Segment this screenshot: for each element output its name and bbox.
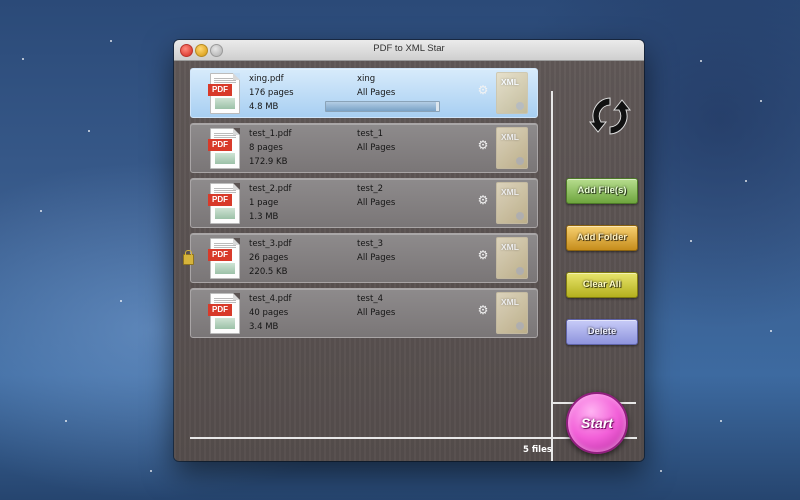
pdf-file-icon: PDF — [208, 128, 240, 169]
output-name[interactable]: xing — [357, 74, 375, 84]
start-button[interactable]: Start — [566, 392, 628, 454]
delete-button[interactable]: Delete — [566, 319, 638, 345]
xml-file-icon: XML — [496, 127, 528, 169]
gear-icon[interactable]: ⚙ — [477, 249, 489, 261]
output-name[interactable]: test_1 — [357, 129, 383, 139]
file-row[interactable]: PDF test_4.pdf 40 pages 3.4 MB test_4 Al… — [190, 288, 538, 338]
file-name: xing.pdf — [249, 74, 284, 84]
add-folder-button[interactable]: Add Folder — [566, 225, 638, 251]
main-content: PDF xing.pdf 176 pages 4.8 MB xing All P… — [174, 61, 644, 461]
output-name[interactable]: test_4 — [357, 294, 383, 304]
file-size: 1.3 MB — [249, 212, 279, 222]
conversion-progress-bar — [325, 101, 440, 112]
pdf-file-icon: PDF — [208, 238, 240, 279]
file-row[interactable]: PDF xing.pdf 176 pages 4.8 MB xing All P… — [190, 68, 538, 118]
page-range[interactable]: All Pages — [357, 88, 395, 98]
page-range[interactable]: All Pages — [357, 198, 395, 208]
file-pages: 8 pages — [249, 143, 283, 153]
output-name[interactable]: test_2 — [357, 184, 383, 194]
file-pages: 1 page — [249, 198, 279, 208]
gear-icon[interactable]: ⚙ — [477, 194, 489, 206]
file-size: 4.8 MB — [249, 102, 279, 112]
file-pages: 176 pages — [249, 88, 294, 98]
pdf-file-icon: PDF — [208, 293, 240, 334]
clear-all-button[interactable]: Clear All — [566, 272, 638, 298]
page-range[interactable]: All Pages — [357, 143, 395, 153]
file-row[interactable]: PDF test_2.pdf 1 page 1.3 MB test_2 All … — [190, 178, 538, 228]
file-row[interactable]: PDF test_3.pdf 26 pages 220.5 KB test_3 … — [183, 233, 538, 283]
pdf-file-icon: PDF — [208, 183, 240, 224]
file-size: 3.4 MB — [249, 322, 279, 332]
page-range[interactable]: All Pages — [357, 253, 395, 263]
refresh-icon[interactable] — [588, 94, 632, 138]
file-name: test_2.pdf — [249, 184, 292, 194]
xml-file-icon: XML — [496, 292, 528, 334]
file-pages: 40 pages — [249, 308, 289, 318]
lock-icon — [183, 250, 194, 265]
file-list[interactable]: PDF xing.pdf 176 pages 4.8 MB xing All P… — [183, 68, 538, 343]
file-count-label: 5 files — [523, 445, 552, 455]
xml-file-icon: XML — [496, 237, 528, 279]
title-bar: PDF to XML Star — [174, 40, 644, 61]
file-row[interactable]: PDF test_1.pdf 8 pages 172.9 KB test_1 A… — [190, 123, 538, 173]
file-name: test_3.pdf — [249, 239, 292, 249]
file-name: test_4.pdf — [249, 294, 292, 304]
page-range[interactable]: All Pages — [357, 308, 395, 318]
file-size: 172.9 KB — [249, 157, 288, 167]
gear-icon[interactable]: ⚙ — [477, 139, 489, 151]
pdf-file-icon: PDF — [208, 73, 240, 114]
gear-icon[interactable]: ⚙ — [477, 304, 489, 316]
app-window: PDF to XML Star PDF xing.pdf 176 pages 4… — [174, 40, 644, 461]
xml-file-icon: XML — [496, 72, 528, 114]
panel-divider-vertical — [551, 91, 553, 461]
gear-icon[interactable]: ⚙ — [477, 84, 489, 96]
file-pages: 26 pages — [249, 253, 289, 263]
window-title: PDF to XML Star — [373, 43, 445, 54]
file-size: 220.5 KB — [249, 267, 288, 277]
xml-file-icon: XML — [496, 182, 528, 224]
file-name: test_1.pdf — [249, 129, 292, 139]
add-files-button[interactable]: Add File(s) — [566, 178, 638, 204]
output-name[interactable]: test_3 — [357, 239, 383, 249]
